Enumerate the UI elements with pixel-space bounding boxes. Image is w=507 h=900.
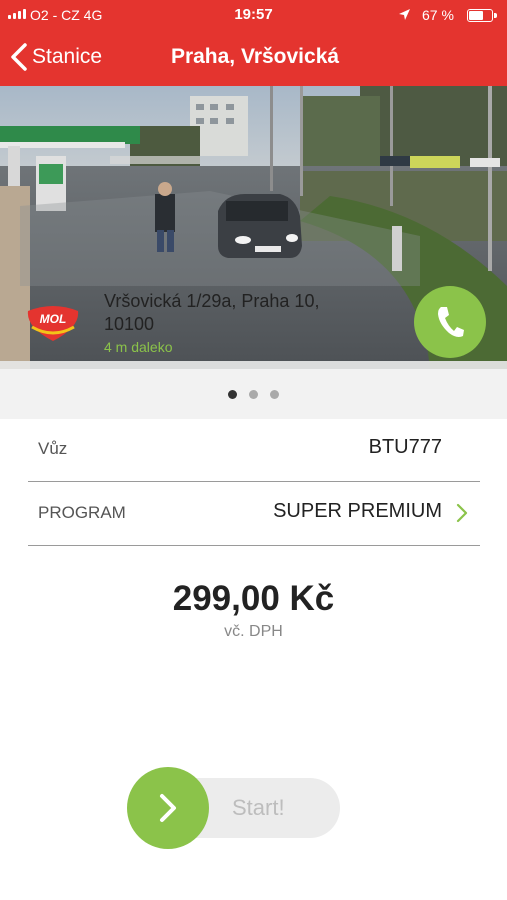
mol-logo: MOL: [24, 303, 82, 348]
station-info: [0, 361, 507, 369]
chevron-right-icon: [160, 794, 176, 822]
pager-dot-3[interactable]: [270, 389, 279, 399]
car-row[interactable]: Vůz BTU777: [28, 417, 480, 482]
station-address: Vršovická 1/29a, Praha 10, 10100: [104, 291, 320, 334]
chevron-left-icon: [11, 43, 27, 71]
back-button[interactable]: Stanice: [10, 43, 102, 71]
status-bar: O2 - CZ 4G 19:57 67 %: [0, 0, 507, 30]
nav-bar: Stanice Praha, Vršovická: [0, 30, 507, 86]
station-distance: 4 m daleko: [104, 339, 173, 355]
program-label: PROGRAM: [38, 503, 126, 522]
car-label: Vůz: [38, 439, 68, 458]
pager-dot-1[interactable]: [228, 389, 237, 399]
photo-pager: [0, 369, 507, 419]
battery-percent: 67 %: [422, 7, 454, 23]
car-value: BTU777: [368, 436, 442, 458]
price-amount: 299,00 Kč: [172, 579, 335, 618]
chevron-right-icon: [456, 503, 468, 523]
page-title: Praha, Vršovická: [170, 45, 340, 68]
call-button[interactable]: [414, 286, 486, 358]
back-label: Stanice: [32, 45, 103, 68]
start-slider-knob[interactable]: [127, 767, 209, 849]
program-row[interactable]: PROGRAM SUPER PREMIUM: [28, 481, 480, 546]
svg-text:MOL: MOL: [40, 312, 67, 326]
location-arrow-icon: [398, 8, 411, 24]
battery-icon: [467, 9, 497, 22]
start-label: Start!: [232, 795, 285, 820]
program-value: SUPER PREMIUM: [273, 500, 442, 522]
phone-icon: [438, 307, 464, 337]
pager-dot-2[interactable]: [249, 389, 258, 399]
vat-note: vč. DPH: [224, 623, 283, 640]
